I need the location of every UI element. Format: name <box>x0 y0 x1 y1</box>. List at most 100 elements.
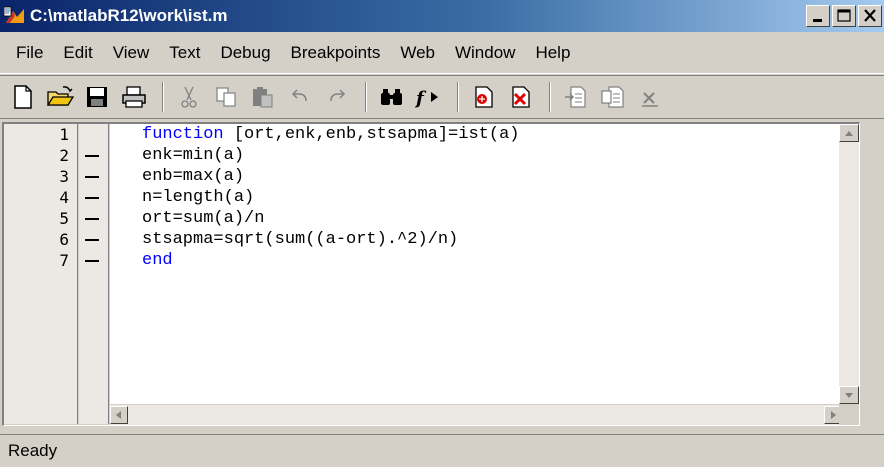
arrow-left-icon <box>116 411 121 419</box>
line-number: 2 <box>59 146 69 165</box>
code-line: n=length(a) <box>142 187 254 208</box>
toolbar-separator <box>457 82 459 112</box>
title-bar: C:\matlabR12\work\ist.m <box>0 0 884 32</box>
breakpoint-dash[interactable] <box>85 218 99 220</box>
menu-breakpoints[interactable]: Breakpoints <box>281 43 391 63</box>
minimize-icon <box>813 19 822 22</box>
breakpoint-dash[interactable] <box>85 260 99 262</box>
step-in-icon <box>601 86 624 108</box>
find-icon <box>381 89 402 105</box>
code-line: enb=max(a) <box>142 166 244 187</box>
open-file-button[interactable] <box>43 80 77 114</box>
code-line: function [ort,enk,enb,stsapma]=ist(a) <box>142 124 519 145</box>
toolbar: f <box>0 75 884 119</box>
code-text: enb=max(a) <box>142 167 245 186</box>
breakpoint-gutter[interactable] <box>79 124 109 424</box>
editor-pane: 1 2 3 4 5 6 7 function [ort,enk,enb,stsapma]=i… <box>2 122 860 426</box>
toolbar-separator <box>162 82 164 112</box>
code-text: [ort,enk,enb,stsapma]=ist(a) <box>223 125 520 144</box>
code-line: stsapma=sqrt(sum((a-ort).^2)/n) <box>142 229 458 250</box>
set-breakpoint-button[interactable] <box>467 80 501 114</box>
scroll-up-button[interactable] <box>839 124 859 142</box>
vertical-scrollbar[interactable] <box>839 124 859 404</box>
paste-icon <box>253 87 273 108</box>
redo-button[interactable] <box>320 80 354 114</box>
print-icon <box>122 86 146 108</box>
window-title: C:\matlabR12\work\ist.m <box>30 6 228 25</box>
status-bar: Ready <box>0 434 884 467</box>
save-icon <box>87 87 107 107</box>
maximize-button[interactable] <box>832 5 856 27</box>
scroll-down-button[interactable] <box>839 386 859 404</box>
copy-button[interactable] <box>209 80 243 114</box>
breakpoint-dash[interactable] <box>85 176 99 178</box>
new-file-button[interactable] <box>6 80 40 114</box>
close-partial-icon <box>642 92 658 107</box>
breakpoint-dash[interactable] <box>85 155 99 157</box>
arrow-down-icon <box>845 393 853 398</box>
set-breakpoint-icon <box>475 86 493 108</box>
line-number: 4 <box>59 188 69 207</box>
svg-text:f: f <box>414 88 427 109</box>
step-out-button[interactable] <box>633 80 667 114</box>
breakpoint-dash[interactable] <box>85 239 99 241</box>
code-keyword: function <box>142 125 224 144</box>
code-text: ort=sum(a)/n <box>142 209 265 228</box>
menu-file[interactable]: File <box>6 43 53 63</box>
code-line: end <box>142 250 173 271</box>
clear-breakpoint-button[interactable] <box>504 80 538 114</box>
step-icon <box>565 86 586 108</box>
matlab-icon <box>3 5 26 27</box>
arrow-up-icon <box>845 131 853 136</box>
new-file-icon <box>14 85 32 109</box>
undo-icon <box>291 89 307 102</box>
code-text: stsapma=sqrt(sum((a-ort).^2)/n) <box>142 230 459 249</box>
horizontal-scrollbar[interactable] <box>110 405 842 425</box>
menu-text[interactable]: Text <box>159 43 210 63</box>
code-text: enk=min(a) <box>142 146 245 165</box>
menu-web[interactable]: Web <box>390 43 445 63</box>
cut-button[interactable] <box>172 80 206 114</box>
close-icon <box>864 9 876 22</box>
line-number: 6 <box>59 230 69 249</box>
copy-icon <box>216 87 236 107</box>
toolbar-separator <box>549 82 551 112</box>
line-number: 3 <box>59 167 69 186</box>
cut-icon <box>181 86 197 108</box>
redo-icon <box>330 89 346 102</box>
line-number-gutter: 1 2 3 4 5 6 7 <box>4 124 78 424</box>
line-number: 1 <box>59 125 69 144</box>
save-button[interactable] <box>80 80 114 114</box>
code-text: n=length(a) <box>142 188 255 207</box>
scrollbar-corner <box>839 405 859 425</box>
menu-help[interactable]: Help <box>525 43 580 63</box>
menu-view[interactable]: View <box>103 43 160 63</box>
print-button[interactable] <box>117 80 151 114</box>
menu-debug[interactable]: Debug <box>210 43 280 63</box>
menu-edit[interactable]: Edit <box>53 43 102 63</box>
clear-breakpoint-icon <box>512 86 530 108</box>
line-number: 5 <box>59 209 69 228</box>
code-editor[interactable]: function [ort,enk,enb,stsapma]=ist(a) enk… <box>110 124 842 404</box>
menu-bar: File Edit View Text Debug Breakpoints We… <box>0 32 884 74</box>
minimize-button[interactable] <box>806 5 830 27</box>
close-button[interactable] <box>858 5 882 27</box>
undo-button[interactable] <box>283 80 317 114</box>
paste-button[interactable] <box>246 80 280 114</box>
open-folder-icon <box>46 86 74 106</box>
breakpoint-dash[interactable] <box>85 197 99 199</box>
toolbar-separator <box>365 82 367 112</box>
scroll-left-button[interactable] <box>110 406 128 424</box>
maximize-icon <box>837 9 851 22</box>
code-keyword: end <box>142 251 173 270</box>
find-button[interactable] <box>375 80 409 114</box>
line-number: 7 <box>59 251 69 270</box>
function-button[interactable]: f <box>412 80 446 114</box>
step-button[interactable] <box>559 80 593 114</box>
code-line: enk=min(a) <box>142 145 244 166</box>
menu-window[interactable]: Window <box>445 43 525 63</box>
step-in-button[interactable] <box>596 80 630 114</box>
function-icon: f <box>414 88 438 109</box>
code-line: ort=sum(a)/n <box>142 208 264 229</box>
status-text: Ready <box>8 441 58 460</box>
